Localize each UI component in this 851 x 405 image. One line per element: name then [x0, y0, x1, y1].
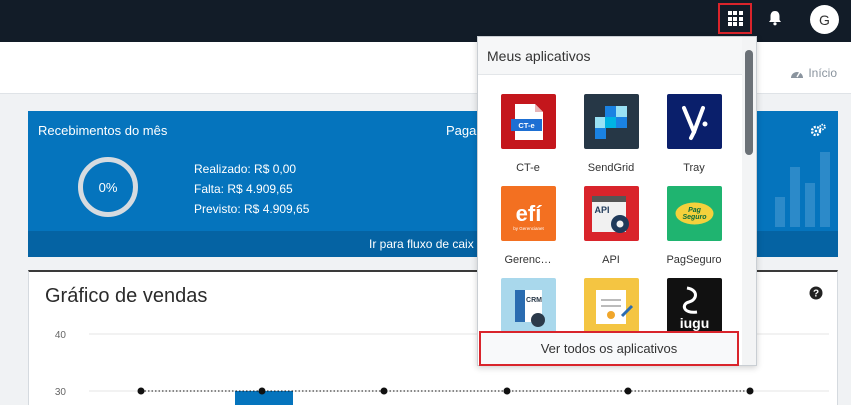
pagseguro-icon: Pag Seguro [666, 186, 722, 241]
apps-grid-icon [727, 11, 743, 26]
app-gerencianet[interactable]: efí by Gerencianet Gerenc… [488, 186, 568, 266]
app-label: Gerenc… [504, 254, 552, 266]
crm-icon: CRM [500, 278, 556, 333]
progress-ring: 0% [78, 157, 138, 217]
tray-icon [666, 94, 722, 149]
data-point [624, 387, 632, 395]
falta-value: Falta: R$ 4.909,65 [194, 182, 293, 196]
certificate-icon [583, 278, 639, 333]
data-point [258, 387, 266, 395]
svg-text:API: API [594, 205, 609, 215]
app-tray[interactable]: Tray [654, 94, 734, 174]
app-label: API [602, 254, 620, 266]
dropdown-scrollbar[interactable] [745, 50, 753, 155]
app-label: SendGrid [587, 162, 635, 174]
efi-icon: efí by Gerencianet [500, 186, 556, 241]
data-point [746, 387, 754, 395]
svg-text:iugu: iugu [679, 315, 709, 331]
progress-label: 0% [98, 179, 118, 195]
iugu-icon: iugu [666, 278, 722, 333]
svg-text:by Gerencianet: by Gerencianet [513, 226, 544, 231]
receivables-title: Recebimentos do mês [38, 123, 168, 138]
app-cte[interactable]: CT-e CT-e [488, 94, 568, 174]
sendgrid-icon [583, 94, 639, 149]
apps-dropdown: Meus aplicativos CT-e CT-e SendGrid Tray… [477, 36, 757, 366]
breadcrumb-home: Início [808, 66, 837, 80]
cash-flow-link[interactable]: Ir para fluxo de caix [369, 237, 474, 251]
app-label: PagSeguro [666, 254, 722, 266]
apps-dropdown-title: Meus aplicativos [478, 37, 756, 75]
svg-text:CT-e: CT-e [518, 121, 534, 130]
receivables-stats: Realizado: R$ 0,00 Falta: R$ 4.909,65 Pr… [194, 159, 309, 219]
apps-grid-button[interactable] [718, 3, 752, 34]
svg-text:CRM: CRM [526, 297, 542, 304]
see-all-apps-button[interactable]: Ver todos os aplicativos [479, 331, 739, 366]
app-pagseguro[interactable]: Pag Seguro PagSeguro [654, 186, 734, 266]
realizado-value: Realizado: R$ 0,00 [194, 162, 297, 176]
data-point [380, 387, 388, 395]
avatar[interactable]: G [810, 5, 839, 34]
payments-title: Paga [446, 123, 477, 138]
y-tick-label: 30 [55, 387, 67, 398]
cte-icon: CT-e [500, 94, 556, 149]
previsto-value: Previsto: R$ 4.909,65 [194, 202, 310, 216]
decorative-bars [775, 152, 830, 227]
breadcrumb[interactable]: Início [790, 66, 837, 80]
svg-text:efí: efí [515, 201, 542, 226]
y-tick-label: 40 [55, 330, 67, 341]
svg-text:Seguro: Seguro [682, 214, 707, 221]
api-icon: API [583, 186, 639, 241]
gears-icon[interactable] [810, 123, 826, 137]
svg-text:Pag: Pag [688, 207, 702, 214]
app-sendgrid[interactable]: SendGrid [571, 94, 651, 174]
app-label: CT-e [516, 162, 540, 174]
data-point [137, 387, 145, 395]
data-point [503, 387, 511, 395]
dashboard-icon [791, 71, 804, 78]
app-api[interactable]: API API [571, 186, 651, 266]
app-label: Tray [683, 162, 705, 174]
bell-icon[interactable] [766, 9, 784, 27]
